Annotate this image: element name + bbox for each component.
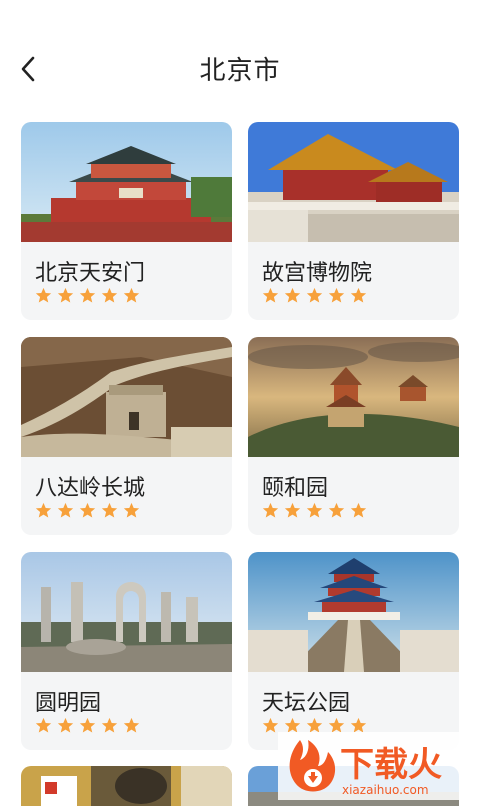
star-icon xyxy=(35,287,52,303)
attraction-card-tiananmen[interactable]: 北京天安门 xyxy=(21,122,232,320)
star-icon xyxy=(328,287,345,303)
star-icon xyxy=(35,717,52,733)
star-icon xyxy=(350,502,367,518)
star-icon xyxy=(350,287,367,303)
star-icon xyxy=(262,287,279,303)
rating-stars xyxy=(262,287,367,304)
attraction-name: 颐和园 xyxy=(262,476,329,501)
attraction-card-badaling[interactable]: 八达岭长城 xyxy=(21,337,232,535)
rating-stars xyxy=(35,717,140,734)
attraction-card-palace-museum[interactable]: 故宫博物院 xyxy=(248,122,459,320)
rating-stars xyxy=(35,502,140,519)
attraction-card-yuanmingyuan[interactable]: 圆明园 xyxy=(21,552,232,750)
star-icon xyxy=(262,717,279,733)
yuanmingyuan-photo xyxy=(21,552,232,672)
star-icon xyxy=(101,717,118,733)
star-icon xyxy=(35,502,52,518)
rating-stars xyxy=(35,287,140,304)
attraction-name: 北京天安门 xyxy=(35,261,146,286)
attraction-name: 圆明园 xyxy=(35,691,102,716)
star-icon xyxy=(79,502,96,518)
attraction-name: 故宫博物院 xyxy=(262,261,373,286)
summer-palace-photo xyxy=(248,337,459,457)
svg-text:xiazaihuo.com: xiazaihuo.com xyxy=(342,783,429,797)
star-icon xyxy=(79,717,96,733)
attraction-card-partial[interactable] xyxy=(21,766,232,806)
star-icon xyxy=(123,502,140,518)
star-icon xyxy=(79,287,96,303)
star-icon xyxy=(57,502,74,518)
attraction-name: 天坛公园 xyxy=(262,691,351,716)
star-icon xyxy=(101,502,118,518)
star-icon xyxy=(57,717,74,733)
star-icon xyxy=(328,502,345,518)
attraction-name: 八达岭长城 xyxy=(35,476,146,501)
star-icon xyxy=(306,287,323,303)
attraction-grid: 北京天安门 故宫博物院 八达岭长城 颐和园 圆明园 天坛公园 xyxy=(0,0,480,806)
star-icon xyxy=(123,717,140,733)
star-icon xyxy=(284,502,301,518)
xiazaihuo-watermark-logo: 下载火 xiazaihuo.com xyxy=(278,732,480,800)
tiananmen-photo xyxy=(21,122,232,242)
attraction-card-temple-of-heaven[interactable]: 天坛公园 xyxy=(248,552,459,750)
star-icon xyxy=(123,287,140,303)
star-icon xyxy=(101,287,118,303)
star-icon xyxy=(57,287,74,303)
svg-text:下载火: 下载火 xyxy=(340,745,442,785)
star-icon xyxy=(262,502,279,518)
great-wall-photo xyxy=(21,337,232,457)
partial-card-photo xyxy=(21,766,232,806)
star-icon xyxy=(284,287,301,303)
rating-stars xyxy=(262,502,367,519)
palace-museum-photo xyxy=(248,122,459,242)
attraction-card-summer-palace[interactable]: 颐和园 xyxy=(248,337,459,535)
star-icon xyxy=(306,502,323,518)
temple-of-heaven-photo xyxy=(248,552,459,672)
